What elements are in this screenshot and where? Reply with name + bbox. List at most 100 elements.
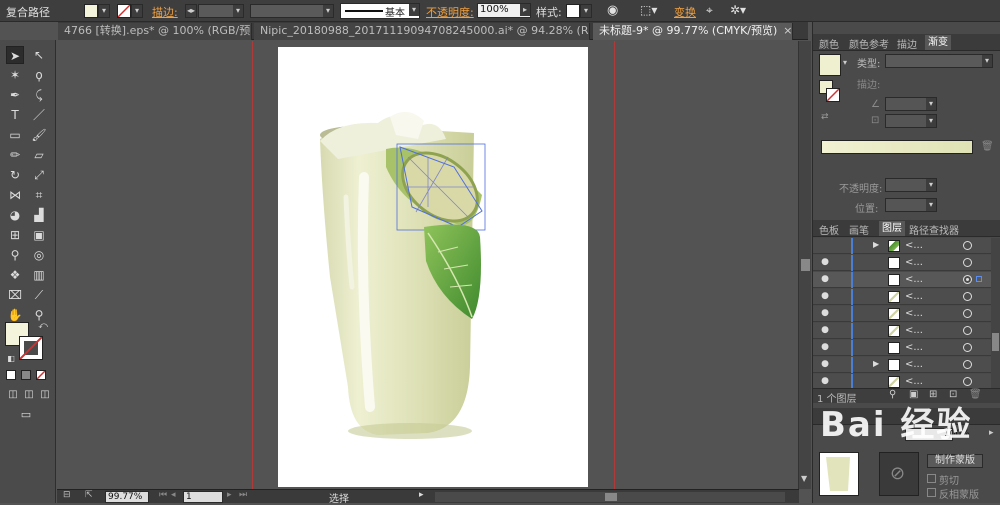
artboard-tool-icon[interactable]: ⌧ <box>6 286 24 304</box>
invert-mask-checkbox[interactable] <box>927 488 936 497</box>
expand-toggle-icon[interactable]: ▶ <box>873 359 879 368</box>
target-circle-icon[interactable] <box>963 292 972 301</box>
isolate-icon[interactable]: ⌖ <box>706 3 713 18</box>
visibility-eye-icon[interactable]: ● <box>819 376 831 387</box>
h-scroll-thumb[interactable] <box>605 493 617 501</box>
eyedropper-icon[interactable]: ⚲ <box>6 246 24 264</box>
visibility-eye-icon[interactable]: ● <box>819 291 831 302</box>
lasso-icon[interactable]: ϙ <box>30 66 48 84</box>
rectangle-tool-icon[interactable]: ▭ <box>6 126 24 144</box>
layer-item-name[interactable]: <... <box>905 342 923 353</box>
scale-tool-icon[interactable]: ⤢ <box>30 166 48 184</box>
next-artboard-icon[interactable]: ▸ <box>227 490 232 500</box>
type-tool-icon[interactable]: T <box>6 106 24 124</box>
gradient-preset-dropdown[interactable]: ▾ <box>843 58 847 67</box>
stroke-weight-field[interactable]: ▾ <box>198 4 244 18</box>
layer-item-name[interactable]: <... <box>905 376 923 387</box>
tab-layers[interactable]: 图层 <box>879 221 905 236</box>
artboard-number-field[interactable]: 1 <box>183 491 223 503</box>
visibility-eye-icon[interactable] <box>819 240 831 251</box>
tab-stroke[interactable]: 描边 <box>897 36 917 51</box>
symbol-sprayer-icon[interactable]: ❖ <box>6 266 24 284</box>
gradient-location-field[interactable]: ▾ <box>885 198 937 212</box>
draw-inside-icon[interactable]: ◫ <box>36 386 54 404</box>
none-mode-icon[interactable] <box>36 370 46 380</box>
tab-pathfinder[interactable]: 路径查找器 <box>909 222 959 237</box>
tab-swatches[interactable]: 色板 <box>819 222 839 237</box>
status-menu-icon[interactable]: ▸ <box>419 490 424 500</box>
layer-row[interactable]: ● <... <box>813 323 991 339</box>
gradient-stroke-swatch[interactable] <box>826 88 840 102</box>
tab-doc-4766[interactable]: 4766 [转换].eps* @ 100% (RGB/预览)× <box>58 23 252 40</box>
last-artboard-icon[interactable]: ⏭ <box>239 490 247 500</box>
direct-selection-tool-icon[interactable]: ↖ <box>30 46 48 64</box>
default-colors-icon[interactable]: ◧ <box>2 350 20 368</box>
prev-artboard-icon[interactable]: ◂ <box>171 490 176 500</box>
delete-stop-icon[interactable]: 🗑 <box>981 141 994 152</box>
color-mode-icon[interactable] <box>6 370 16 380</box>
first-artboard-icon[interactable]: ⏮ <box>159 490 167 500</box>
tab-color-guide[interactable]: 颜色参考 <box>849 36 889 51</box>
swap-colors-icon[interactable]: ⤺ <box>34 317 52 335</box>
free-transform-icon[interactable]: ⌗ <box>30 186 48 204</box>
pen-tool-icon[interactable]: ✒ <box>6 86 24 104</box>
layer-item-name[interactable]: <... <box>905 325 923 336</box>
visibility-eye-icon[interactable]: ● <box>819 274 831 285</box>
stroke-weight-label[interactable]: 描边: <box>152 4 178 20</box>
brush-definition[interactable]: 基本 ▾ <box>340 3 420 19</box>
tab-color[interactable]: 颜色 <box>819 36 839 51</box>
layer-row[interactable]: ● ▶ <... <box>813 357 991 373</box>
selection-indicator[interactable] <box>976 276 982 282</box>
stroke-swatch[interactable] <box>117 4 131 18</box>
fill-dropdown[interactable]: ▾ <box>98 4 110 18</box>
stroke-color-box[interactable] <box>19 336 43 360</box>
clip-checkbox[interactable] <box>927 474 936 483</box>
angle-field[interactable]: ▾ <box>885 97 937 111</box>
horizontal-scrollbar[interactable] <box>435 492 785 502</box>
paintbrush-icon[interactable]: 🖌 <box>30 126 48 144</box>
align-icon[interactable]: ⬚▾ <box>640 3 657 17</box>
transform-link[interactable]: 变换 <box>674 4 696 20</box>
layer-item-name[interactable]: <... <box>905 274 923 285</box>
magic-wand-icon[interactable]: ✶ <box>6 66 24 84</box>
scroll-thumb[interactable] <box>801 259 810 271</box>
target-circle-icon[interactable] <box>963 326 972 335</box>
target-circle-icon[interactable] <box>963 275 972 284</box>
layers-scroll-thumb[interactable] <box>992 333 999 351</box>
graph-tool-icon[interactable]: ▥ <box>30 266 48 284</box>
gradient-type-dropdown[interactable]: ▾ <box>885 54 993 68</box>
layer-row[interactable]: ● <... <box>813 272 991 288</box>
target-circle-icon[interactable] <box>963 343 972 352</box>
graphic-style-dropdown[interactable]: ▾ <box>580 4 592 18</box>
layer-row[interactable]: ● <... <box>813 340 991 356</box>
visibility-eye-icon[interactable]: ● <box>819 308 831 319</box>
layer-item-name[interactable]: <... <box>905 359 923 370</box>
tab-brushes[interactable]: 画笔 <box>849 222 869 237</box>
fill-swatch[interactable] <box>84 4 98 18</box>
zoom-field[interactable]: 99.77% <box>105 491 149 503</box>
rotate-tool-icon[interactable]: ↻ <box>6 166 24 184</box>
close-icon[interactable]: × <box>783 24 792 37</box>
blend-tool-icon[interactable]: ◎ <box>30 246 48 264</box>
layer-item-name[interactable]: <... <box>905 257 923 268</box>
layer-row[interactable]: ● <... <box>813 306 991 322</box>
more-options-icon[interactable]: ✲▾ <box>730 3 746 17</box>
eraser-icon[interactable]: ▱ <box>30 146 48 164</box>
recolor-icon[interactable]: ◉ <box>607 3 618 18</box>
layer-row[interactable]: ● <... <box>813 255 991 271</box>
transparency-opacity-arrow[interactable]: ▸ <box>989 428 994 438</box>
layer-row[interactable]: ● <... <box>813 289 991 305</box>
gradient-opacity-field[interactable]: ▾ <box>885 178 937 192</box>
curvature-tool-icon[interactable]: ⤹ <box>30 86 48 104</box>
layer-item-name[interactable]: <... <box>905 291 923 302</box>
layer-row[interactable]: ▶ <... <box>813 238 991 254</box>
graphic-style-swatch[interactable] <box>566 4 580 18</box>
visibility-eye-icon[interactable]: ● <box>819 342 831 353</box>
layer-item-name[interactable]: <... <box>905 240 923 251</box>
width-tool-icon[interactable]: ⋈ <box>6 186 24 204</box>
artwork[interactable] <box>278 47 588 487</box>
perspective-grid-icon[interactable]: ▟ <box>30 206 48 224</box>
expand-toggle-icon[interactable]: ▶ <box>873 240 879 249</box>
scroll-down-icon[interactable]: ▼ <box>801 474 807 483</box>
aspect-ratio-field[interactable]: ▾ <box>885 114 937 128</box>
